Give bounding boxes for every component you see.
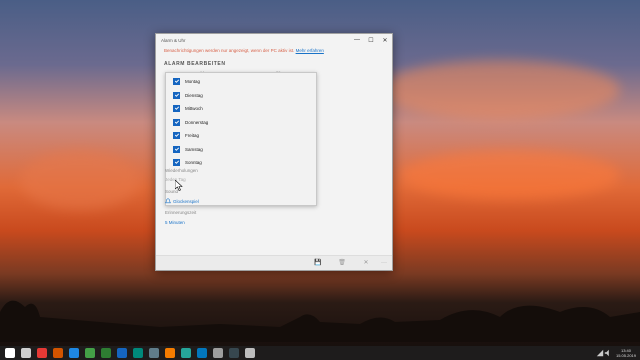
notice-text: Benachrichtigungen werden nur angezeigt,… bbox=[164, 48, 295, 53]
day-option-dienstag[interactable]: Dienstag bbox=[173, 90, 203, 100]
taskbar-app-icon[interactable] bbox=[85, 348, 95, 358]
repeat-days-dropdown: Montag Dienstag Mittwoch Donnerstag Frei… bbox=[165, 72, 317, 206]
clock[interactable]: 13:40 15.05.2019 bbox=[616, 348, 636, 358]
delete-button[interactable]: 🗑 bbox=[338, 259, 346, 267]
title-bar[interactable]: Alarm & Uhr — ☐ ✕ bbox=[156, 34, 392, 46]
mouse-cursor-icon bbox=[175, 180, 183, 191]
taskbar-app-icon[interactable] bbox=[197, 348, 207, 358]
taskbar-app-icon[interactable] bbox=[149, 348, 159, 358]
day-option-sonntag[interactable]: Sonntag bbox=[173, 157, 202, 167]
taskbar-app-icon[interactable] bbox=[133, 348, 143, 358]
day-option-montag[interactable]: Montag bbox=[173, 76, 200, 86]
day-label: Dienstag bbox=[185, 92, 203, 98]
more-button[interactable]: ··· bbox=[380, 259, 388, 267]
checkbox[interactable] bbox=[173, 77, 180, 85]
taskbar: 13:40 15.05.2019 bbox=[0, 346, 640, 360]
day-label: Donnerstag bbox=[185, 119, 209, 125]
cancel-button[interactable]: ✕ bbox=[362, 259, 370, 267]
day-option-mittwoch[interactable]: Mittwoch bbox=[173, 103, 203, 113]
checkmark-icon bbox=[174, 120, 179, 124]
sound-value: Glockenspiel bbox=[173, 198, 199, 204]
snooze-label: Erinnerungszeit bbox=[165, 210, 197, 215]
start-button-icon[interactable] bbox=[5, 348, 15, 358]
command-bar: 💾 🗑 ✕ ··· bbox=[156, 255, 392, 270]
checkmark-icon bbox=[174, 93, 179, 97]
checkmark-icon bbox=[174, 147, 179, 151]
checkmark-icon bbox=[174, 79, 179, 83]
wallpaper-cloud bbox=[400, 150, 620, 200]
taskbar-app-icon[interactable] bbox=[229, 348, 239, 358]
wallpaper-cloud bbox=[380, 60, 620, 120]
volume-icon[interactable] bbox=[604, 349, 612, 357]
page-heading: ALARM BEARBEITEN bbox=[164, 61, 226, 67]
window-title: Alarm & Uhr bbox=[161, 37, 186, 43]
taskbar-apps bbox=[0, 348, 258, 358]
notification-notice: Benachrichtigungen werden nur angezeigt,… bbox=[156, 46, 392, 55]
system-tray: 13:40 15.05.2019 bbox=[596, 346, 636, 360]
checkbox[interactable] bbox=[173, 118, 180, 126]
checkbox[interactable] bbox=[173, 158, 180, 166]
day-label: Samstag bbox=[185, 146, 203, 152]
day-label: Sonntag bbox=[185, 159, 202, 165]
taskbar-app-icon[interactable] bbox=[37, 348, 47, 358]
checkbox[interactable] bbox=[173, 131, 180, 139]
checkbox[interactable] bbox=[173, 91, 180, 99]
checkmark-icon bbox=[174, 160, 179, 164]
alarm-edit-window: Alarm & Uhr — ☐ ✕ Benachrichtigungen wer… bbox=[155, 33, 393, 271]
clock-date: 15.05.2019 bbox=[615, 353, 636, 358]
minimize-button[interactable]: — bbox=[350, 34, 364, 46]
bell-icon bbox=[165, 198, 171, 204]
taskbar-app-icon[interactable] bbox=[69, 348, 79, 358]
taskbar-app-icon[interactable] bbox=[213, 348, 223, 358]
day-label: Mittwoch bbox=[185, 105, 203, 111]
day-label: Montag bbox=[185, 78, 201, 84]
sound-selector[interactable]: Glockenspiel bbox=[165, 198, 199, 204]
maximize-button[interactable]: ☐ bbox=[364, 34, 378, 46]
snooze-value[interactable]: 5 Minuten bbox=[165, 220, 185, 225]
taskbar-app-icon[interactable] bbox=[181, 348, 191, 358]
taskbar-app-icon[interactable] bbox=[53, 348, 63, 358]
wallpaper-cloud bbox=[20, 150, 140, 210]
wallpaper-trees bbox=[0, 300, 640, 342]
checkmark-icon bbox=[174, 133, 179, 137]
taskbar-app-icon[interactable] bbox=[21, 348, 31, 358]
day-option-samstag[interactable]: Samstag bbox=[173, 144, 203, 154]
taskbar-app-icon[interactable] bbox=[117, 348, 127, 358]
checkbox[interactable] bbox=[173, 104, 180, 112]
save-button[interactable]: 💾 bbox=[314, 259, 322, 267]
checkmark-icon bbox=[174, 106, 179, 110]
taskbar-app-icon[interactable] bbox=[165, 348, 175, 358]
taskbar-app-icon[interactable] bbox=[101, 348, 111, 358]
day-option-donnerstag[interactable]: Donnerstag bbox=[173, 117, 208, 127]
checkbox[interactable] bbox=[173, 145, 180, 153]
taskbar-app-icon[interactable] bbox=[245, 348, 255, 358]
repeat-label: Wiederholungen bbox=[165, 168, 198, 173]
learn-more-link[interactable]: Mehr erfahren bbox=[296, 48, 324, 53]
network-icon[interactable] bbox=[596, 349, 604, 357]
day-label: Freitag bbox=[185, 132, 200, 138]
close-button[interactable]: ✕ bbox=[378, 34, 392, 46]
day-option-freitag[interactable]: Freitag bbox=[173, 130, 199, 140]
